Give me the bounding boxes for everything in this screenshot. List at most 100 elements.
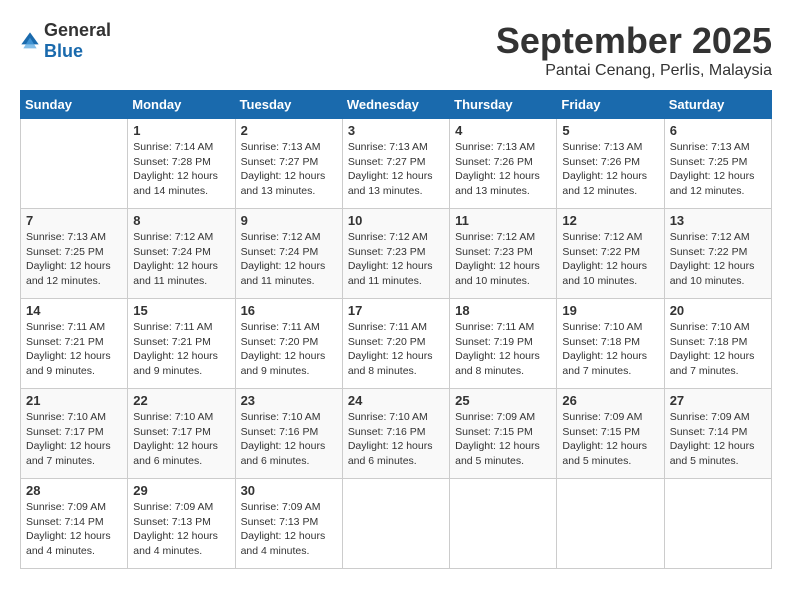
logo-icon [20, 31, 40, 51]
week-row-2: 7 Sunrise: 7:13 AM Sunset: 7:25 PM Daylig… [21, 209, 772, 299]
week-row-4: 21Sunrise: 7:10 AM Sunset: 7:17 PM Dayli… [21, 389, 772, 479]
day-cell: 27 Sunrise: 7:09 AM Sunset: 7:14 PM Dayli… [664, 389, 771, 479]
day-cell: 11 Sunrise: 7:12 AM Sunset: 7:23 PM Dayli… [450, 209, 557, 299]
logo-blue: Blue [44, 41, 83, 61]
header-sunday: Sunday [21, 91, 128, 119]
day-cell: 26 Sunrise: 7:09 AM Sunset: 7:15 PM Dayli… [557, 389, 664, 479]
day-info: Sunrise: 7:09 AM Sunset: 7:13 PM Dayligh… [133, 500, 229, 559]
day-number: 29 [133, 483, 229, 498]
day-number: 12 [562, 213, 658, 228]
location-subtitle: Pantai Cenang, Perlis, Malaysia [496, 62, 772, 80]
logo: General Blue [20, 20, 111, 62]
day-info: Sunrise: 7:09 AM Sunset: 7:14 PM Dayligh… [26, 500, 122, 559]
day-number: 19 [562, 303, 658, 318]
day-cell: 5 Sunrise: 7:13 AM Sunset: 7:26 PM Daylig… [557, 119, 664, 209]
day-number: 26 [562, 393, 658, 408]
day-number: 5 [562, 123, 658, 138]
day-number: 10 [348, 213, 444, 228]
header-saturday: Saturday [664, 91, 771, 119]
header-tuesday: Tuesday [235, 91, 342, 119]
day-cell [557, 479, 664, 569]
logo-text: General Blue [44, 20, 111, 62]
day-cell: 3Sunrise: 7:13 AM Sunset: 7:27 PM Daylig… [342, 119, 449, 209]
day-number: 18 [455, 303, 551, 318]
day-info: Sunrise: 7:10 AM Sunset: 7:16 PM Dayligh… [348, 410, 444, 469]
day-cell: 13Sunrise: 7:12 AM Sunset: 7:22 PM Dayli… [664, 209, 771, 299]
day-cell: 23 Sunrise: 7:10 AM Sunset: 7:16 PM Dayli… [235, 389, 342, 479]
day-info: Sunrise: 7:09 AM Sunset: 7:15 PM Dayligh… [455, 410, 551, 469]
day-number: 15 [133, 303, 229, 318]
day-number: 11 [455, 213, 551, 228]
day-number: 27 [670, 393, 766, 408]
week-row-3: 14 Sunrise: 7:11 AM Sunset: 7:21 PM Dayli… [21, 299, 772, 389]
day-info: Sunrise: 7:14 AM Sunset: 7:28 PM Dayligh… [133, 140, 229, 199]
day-cell: 19 Sunrise: 7:10 AM Sunset: 7:18 PM Dayli… [557, 299, 664, 389]
day-cell: 10 Sunrise: 7:12 AM Sunset: 7:23 PM Dayli… [342, 209, 449, 299]
day-info: Sunrise: 7:10 AM Sunset: 7:17 PM Dayligh… [133, 410, 229, 469]
day-info: Sunrise: 7:12 AM Sunset: 7:22 PM Dayligh… [670, 230, 766, 289]
calendar-header-row: SundayMondayTuesdayWednesdayThursdayFrid… [21, 91, 772, 119]
day-cell: 2 Sunrise: 7:13 AM Sunset: 7:27 PM Daylig… [235, 119, 342, 209]
day-cell: 4Sunrise: 7:13 AM Sunset: 7:26 PM Daylig… [450, 119, 557, 209]
week-row-1: 1 Sunrise: 7:14 AM Sunset: 7:28 PM Daylig… [21, 119, 772, 209]
day-cell: 18 Sunrise: 7:11 AM Sunset: 7:19 PM Dayli… [450, 299, 557, 389]
day-cell [342, 479, 449, 569]
day-cell [664, 479, 771, 569]
day-cell: 20 Sunrise: 7:10 AM Sunset: 7:18 PM Dayli… [664, 299, 771, 389]
day-info: Sunrise: 7:11 AM Sunset: 7:19 PM Dayligh… [455, 320, 551, 379]
day-cell: 6 Sunrise: 7:13 AM Sunset: 7:25 PM Daylig… [664, 119, 771, 209]
header-thursday: Thursday [450, 91, 557, 119]
day-info: Sunrise: 7:13 AM Sunset: 7:26 PM Dayligh… [562, 140, 658, 199]
day-info: Sunrise: 7:10 AM Sunset: 7:17 PM Dayligh… [26, 410, 122, 469]
day-info: Sunrise: 7:13 AM Sunset: 7:25 PM Dayligh… [26, 230, 122, 289]
day-number: 6 [670, 123, 766, 138]
day-number: 1 [133, 123, 229, 138]
day-cell: 24Sunrise: 7:10 AM Sunset: 7:16 PM Dayli… [342, 389, 449, 479]
calendar-table: SundayMondayTuesdayWednesdayThursdayFrid… [20, 90, 772, 569]
day-cell: 25 Sunrise: 7:09 AM Sunset: 7:15 PM Dayli… [450, 389, 557, 479]
day-number: 7 [26, 213, 122, 228]
day-number: 14 [26, 303, 122, 318]
day-info: Sunrise: 7:12 AM Sunset: 7:24 PM Dayligh… [241, 230, 337, 289]
header-friday: Friday [557, 91, 664, 119]
day-info: Sunrise: 7:13 AM Sunset: 7:27 PM Dayligh… [348, 140, 444, 199]
day-info: Sunrise: 7:10 AM Sunset: 7:16 PM Dayligh… [241, 410, 337, 469]
day-info: Sunrise: 7:12 AM Sunset: 7:24 PM Dayligh… [133, 230, 229, 289]
day-number: 9 [241, 213, 337, 228]
day-info: Sunrise: 7:10 AM Sunset: 7:18 PM Dayligh… [670, 320, 766, 379]
day-info: Sunrise: 7:09 AM Sunset: 7:14 PM Dayligh… [670, 410, 766, 469]
day-number: 8 [133, 213, 229, 228]
day-cell: 7 Sunrise: 7:13 AM Sunset: 7:25 PM Daylig… [21, 209, 128, 299]
logo-general: General [44, 20, 111, 40]
day-number: 22 [133, 393, 229, 408]
day-cell: 15Sunrise: 7:11 AM Sunset: 7:21 PM Dayli… [128, 299, 235, 389]
day-info: Sunrise: 7:12 AM Sunset: 7:23 PM Dayligh… [348, 230, 444, 289]
day-info: Sunrise: 7:09 AM Sunset: 7:13 PM Dayligh… [241, 500, 337, 559]
day-cell: 21Sunrise: 7:10 AM Sunset: 7:17 PM Dayli… [21, 389, 128, 479]
day-number: 23 [241, 393, 337, 408]
day-info: Sunrise: 7:11 AM Sunset: 7:20 PM Dayligh… [348, 320, 444, 379]
day-cell [21, 119, 128, 209]
day-cell: 12 Sunrise: 7:12 AM Sunset: 7:22 PM Dayli… [557, 209, 664, 299]
day-info: Sunrise: 7:11 AM Sunset: 7:21 PM Dayligh… [26, 320, 122, 379]
day-cell: 9 Sunrise: 7:12 AM Sunset: 7:24 PM Daylig… [235, 209, 342, 299]
day-number: 2 [241, 123, 337, 138]
header-monday: Monday [128, 91, 235, 119]
day-info: Sunrise: 7:13 AM Sunset: 7:27 PM Dayligh… [241, 140, 337, 199]
day-info: Sunrise: 7:13 AM Sunset: 7:25 PM Dayligh… [670, 140, 766, 199]
day-number: 28 [26, 483, 122, 498]
day-info: Sunrise: 7:10 AM Sunset: 7:18 PM Dayligh… [562, 320, 658, 379]
day-cell: 30 Sunrise: 7:09 AM Sunset: 7:13 PM Dayli… [235, 479, 342, 569]
day-number: 30 [241, 483, 337, 498]
day-number: 25 [455, 393, 551, 408]
day-number: 17 [348, 303, 444, 318]
day-info: Sunrise: 7:09 AM Sunset: 7:15 PM Dayligh… [562, 410, 658, 469]
day-number: 20 [670, 303, 766, 318]
day-cell: 14 Sunrise: 7:11 AM Sunset: 7:21 PM Dayli… [21, 299, 128, 389]
day-cell: 16Sunrise: 7:11 AM Sunset: 7:20 PM Dayli… [235, 299, 342, 389]
day-number: 4 [455, 123, 551, 138]
day-info: Sunrise: 7:12 AM Sunset: 7:22 PM Dayligh… [562, 230, 658, 289]
week-row-5: 28 Sunrise: 7:09 AM Sunset: 7:14 PM Dayli… [21, 479, 772, 569]
month-title: September 2025 [496, 20, 772, 62]
day-info: Sunrise: 7:12 AM Sunset: 7:23 PM Dayligh… [455, 230, 551, 289]
